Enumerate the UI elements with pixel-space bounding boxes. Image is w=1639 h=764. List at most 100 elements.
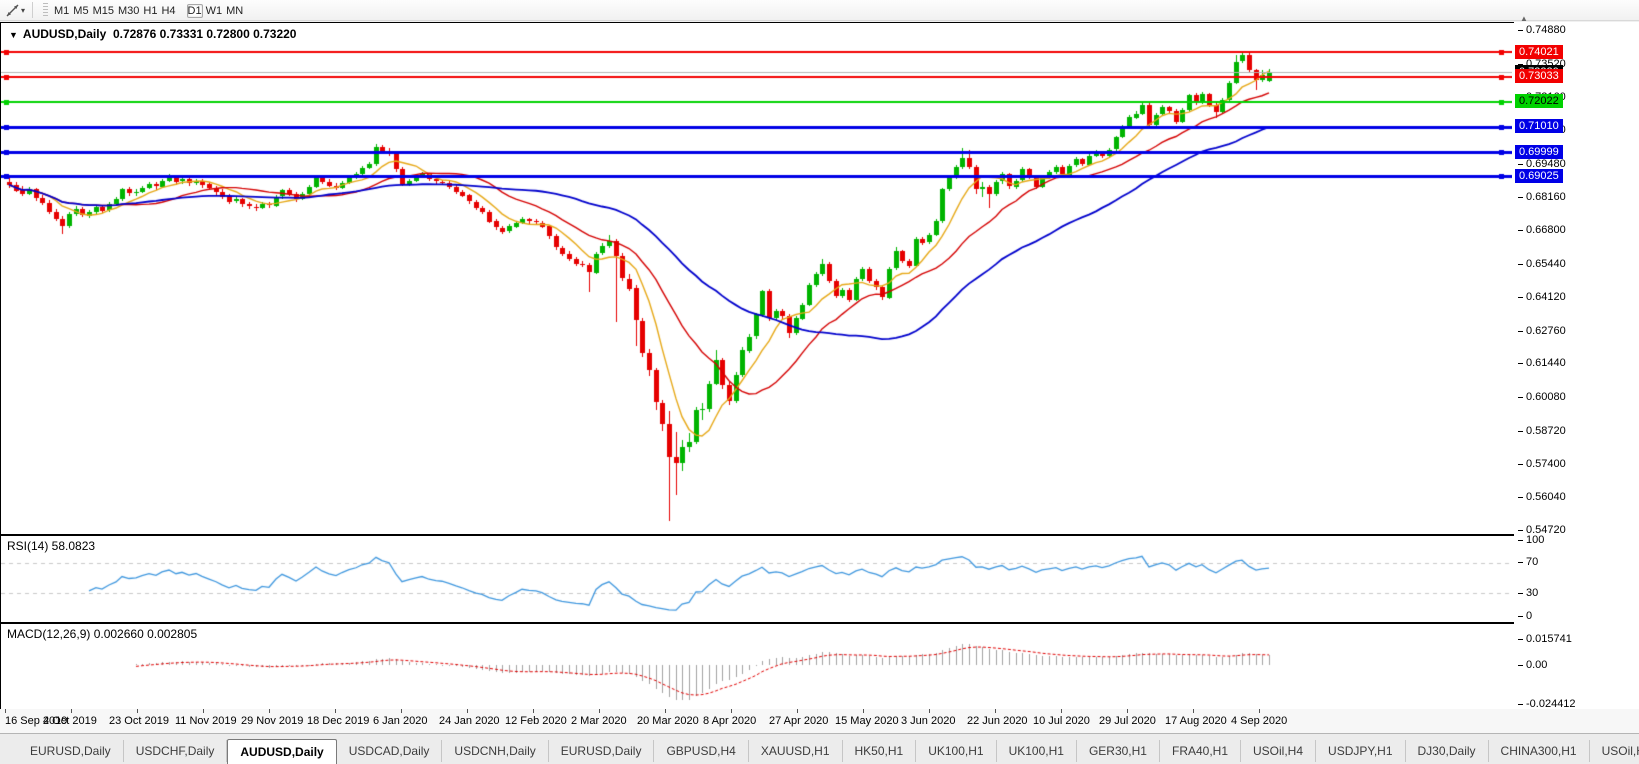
price-tick-label: 0.74880 <box>1518 24 1566 37</box>
price-tick-label: 0.64120 <box>1518 291 1566 304</box>
timeframe-button-mn[interactable]: MN <box>225 4 244 18</box>
chart-tab-usoil-h1[interactable]: USOil,H1 <box>1590 740 1639 762</box>
date-label: 10 Jul 2020 <box>1033 715 1090 727</box>
price-tick-label: 0.58720 <box>1518 425 1566 438</box>
timeframe-button-m15[interactable]: M15 <box>92 4 115 18</box>
timeframe-button-w1[interactable]: W1 <box>205 4 224 18</box>
date-label: 4 Oct 2019 <box>43 715 97 727</box>
time-tick <box>1193 709 1194 713</box>
hline-price-badge: 0.69999 <box>1515 145 1563 159</box>
price-axis[interactable]: ▲ 0.748800.735200.721600.708400.694800.6… <box>1514 22 1639 709</box>
time-tick <box>599 709 600 713</box>
hline-price-badge: 0.69025 <box>1515 169 1563 183</box>
time-tick <box>269 709 270 713</box>
price-chart-panel[interactable]: ▼AUDUSD,Daily 0.72876 0.73331 0.72800 0.… <box>0 22 1515 535</box>
macd-indicator-panel[interactable]: MACD(12,26,9) 0.002660 0.002805 <box>0 623 1515 711</box>
rsi-indicator-panel[interactable]: RSI(14) 58.0823 <box>0 535 1515 623</box>
date-label: 12 Feb 2020 <box>505 715 567 727</box>
time-tick <box>1061 709 1062 713</box>
chart-tab-usdcad-daily[interactable]: USDCAD,Daily <box>337 740 443 762</box>
mt4-window: { "icons": { "crosshair_tool": "crosshai… <box>0 0 1639 764</box>
chart-title: ▼AUDUSD,Daily 0.72876 0.73331 0.72800 0.… <box>9 27 296 41</box>
time-tick <box>203 709 204 713</box>
price-tick-label: 0.65440 <box>1518 258 1566 271</box>
timeframe-button-m5[interactable]: M5 <box>72 4 89 18</box>
date-label: 29 Nov 2019 <box>241 715 303 727</box>
timeframe-button-m1[interactable]: M1 <box>53 4 70 18</box>
date-label: 6 Jan 2020 <box>373 715 427 727</box>
time-axis[interactable]: 16 Sep 20194 Oct 201923 Oct 201911 Nov 2… <box>0 709 1639 733</box>
collapse-arrow-icon[interactable]: ▼ <box>9 30 18 40</box>
time-tick <box>1127 709 1128 713</box>
timeframe-button-d1[interactable]: D1 <box>187 4 203 18</box>
hline-price-badge: 0.72022 <box>1515 94 1563 108</box>
rsi-tick-label: 30 <box>1518 587 1538 600</box>
chart-tab-dj30-daily[interactable]: DJ30,Daily <box>1406 740 1489 762</box>
price-tick-label: 0.62760 <box>1518 325 1566 338</box>
chart-tab-usdchf-daily[interactable]: USDCHF,Daily <box>124 740 228 762</box>
chart-tab-gbpusd-h4[interactable]: GBPUSD,H4 <box>654 740 748 762</box>
rsi-label: RSI(14) 58.0823 <box>7 539 95 553</box>
top-toolbar: ▾ M1M5M15M30H1H4 D1W1MN <box>0 0 1639 21</box>
chart-tab-china300-h1[interactable]: CHINA300,H1 <box>1489 740 1590 762</box>
chart-tab-uk100-h1[interactable]: UK100,H1 <box>916 740 996 762</box>
rsi-tick-label: 0 <box>1518 610 1532 623</box>
date-label: 17 Aug 2020 <box>1165 715 1227 727</box>
time-tick <box>335 709 336 713</box>
date-label: 8 Apr 2020 <box>703 715 756 727</box>
chart-tab-xauusd-h1[interactable]: XAUUSD,H1 <box>749 740 843 762</box>
chart-tab-usoil-h4[interactable]: USOil,H4 <box>1241 740 1316 762</box>
chart-tab-fra40-h1[interactable]: FRA40,H1 <box>1160 740 1241 762</box>
chart-tab-ger30-h1[interactable]: GER30,H1 <box>1077 740 1160 762</box>
date-label: 2 Mar 2020 <box>571 715 627 727</box>
time-tick <box>665 709 666 713</box>
time-tick <box>5 709 6 713</box>
chart-tab-uk100-h1[interactable]: UK100,H1 <box>997 740 1077 762</box>
date-label: 4 Sep 2020 <box>1231 715 1287 727</box>
timeframe-button-h1[interactable]: H1 <box>142 4 158 18</box>
timeframe-button-m30[interactable]: M30 <box>117 4 140 18</box>
time-tick <box>71 709 72 713</box>
date-label: 18 Dec 2019 <box>307 715 369 727</box>
macd-tick-label: 0.015741 <box>1518 633 1572 646</box>
chart-tab-usdcnh-daily[interactable]: USDCNH,Daily <box>442 740 548 762</box>
time-tick <box>797 709 798 713</box>
chart-tab-eurusd-daily[interactable]: EURUSD,Daily <box>18 740 124 762</box>
chart-symbol-label: AUDUSD,Daily <box>23 27 106 41</box>
candlestick-chart-canvas[interactable] <box>1 23 1512 532</box>
macd-tick-label: 0.00 <box>1518 659 1547 672</box>
price-tick-label: 0.57400 <box>1518 458 1566 471</box>
timeframe-button-h4[interactable]: H4 <box>160 4 176 18</box>
timeframe-button-group: M1M5M15M30H1H4 D1W1MN <box>52 1 245 20</box>
hline-price-badge: 0.74021 <box>1515 45 1563 59</box>
chart-tab-audusd-daily[interactable]: AUDUSD,Daily <box>227 739 336 764</box>
time-tick <box>731 709 732 713</box>
caret-down-icon[interactable]: ▾ <box>21 6 25 15</box>
crosshair-tool-icon[interactable]: ▾ <box>0 1 28 19</box>
date-label: 23 Oct 2019 <box>109 715 169 727</box>
toolbar-separator <box>32 2 33 18</box>
toolbar-grip-handle[interactable] <box>43 3 48 17</box>
macd-label: MACD(12,26,9) 0.002660 0.002805 <box>7 627 197 641</box>
macd-chart-canvas[interactable] <box>1 624 1512 708</box>
date-label: 20 Mar 2020 <box>637 715 699 727</box>
date-label: 29 Jul 2020 <box>1099 715 1156 727</box>
time-tick <box>863 709 864 713</box>
time-tick <box>929 709 930 713</box>
chart-tab-hk50-h1[interactable]: HK50,H1 <box>843 740 917 762</box>
time-tick <box>1259 709 1260 713</box>
time-tick <box>401 709 402 713</box>
price-tick-label: 0.60080 <box>1518 391 1566 404</box>
time-tick <box>995 709 996 713</box>
price-tick-label: 0.66800 <box>1518 224 1566 237</box>
hline-price-badge: 0.71010 <box>1515 119 1563 133</box>
hline-price-badge: 0.73033 <box>1515 69 1563 83</box>
chart-tab-usdjpy-h1[interactable]: USDJPY,H1 <box>1316 740 1405 762</box>
chart-tab-eurusd-daily[interactable]: EURUSD,Daily <box>549 740 655 762</box>
time-tick <box>533 709 534 713</box>
price-tick-label: 0.56040 <box>1518 491 1566 504</box>
rsi-chart-canvas[interactable] <box>1 536 1512 620</box>
chart-tab-bar: EURUSD,DailyUSDCHF,DailyAUDUSD,DailyUSDC… <box>0 733 1639 764</box>
date-label: 24 Jan 2020 <box>439 715 500 727</box>
time-tick <box>467 709 468 713</box>
